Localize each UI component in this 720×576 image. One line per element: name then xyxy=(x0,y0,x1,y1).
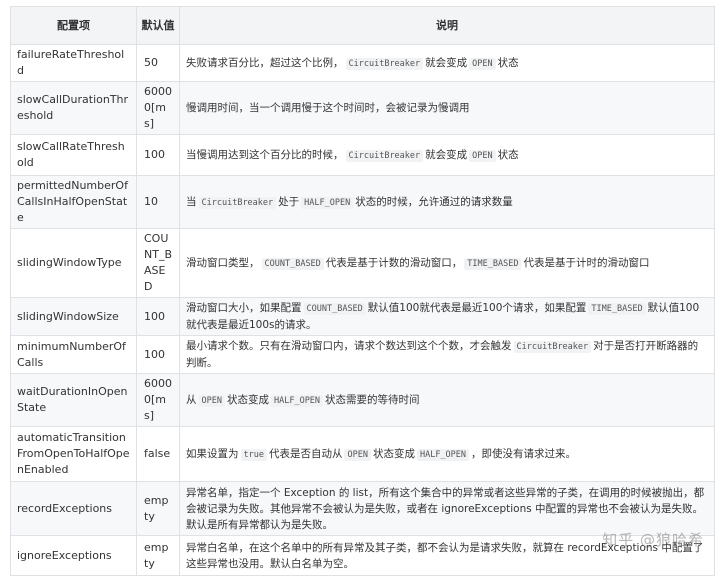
config-default: 60000[ms] xyxy=(137,82,180,135)
table-row: recordExceptionsempty异常名单，指定一个 Exception… xyxy=(11,482,715,536)
description-text: 状态需要的等待时间 xyxy=(325,394,420,406)
config-default: COUNT_BASED xyxy=(137,229,180,298)
config-description: 失败请求百分比，超过这个比例，CircuitBreaker就会变成OPEN状态 xyxy=(180,45,715,82)
config-name: minimumNumberOfCalls xyxy=(11,336,137,374)
header-desc: 说明 xyxy=(180,7,715,45)
config-default: 100 xyxy=(137,298,180,336)
inline-code: TIME_BASED xyxy=(588,303,645,315)
config-name: waitDurationInOpenState xyxy=(11,374,137,427)
description-text: 从 xyxy=(186,394,197,406)
inline-code: TIME_BASED xyxy=(464,258,521,270)
inline-code: HALF_OPEN xyxy=(271,395,323,407)
description-text: 慢调用时间，当一个调用慢于这个时间时，会被记录为慢调用 xyxy=(186,102,470,114)
table-row: waitDurationInOpenState60000[ms]从OPEN状态变… xyxy=(11,374,715,427)
inline-code: OPEN xyxy=(199,395,225,407)
inline-code: CircuitBreaker xyxy=(346,58,424,70)
config-default: false xyxy=(137,427,180,482)
description-text: ，即使没有请求过来。 xyxy=(471,448,576,460)
table-row: failureRateThreshold50失败请求百分比，超过这个比例，Cir… xyxy=(11,45,715,82)
description-text: 就会变成 xyxy=(425,57,467,69)
description-text: 当慢调用达到这个百分比的时候， xyxy=(186,149,344,161)
config-table: 配置项 默认值 说明 failureRateThreshold50失败请求百分比… xyxy=(10,6,715,576)
table-row: permittedNumberOfCallsInHalfOpenState10当… xyxy=(11,176,715,229)
description-text: 如果设置为 xyxy=(186,448,239,460)
table-row: slidingWindowSize100滑动窗口大小，如果配置COUNT_BAS… xyxy=(11,298,715,336)
description-text: 失败请求百分比，超过这个比例， xyxy=(186,57,344,69)
config-default: 60000[ms] xyxy=(137,374,180,427)
description-text: 状态的时候，允许通过的请求数量 xyxy=(355,196,513,208)
description-text: 代表是基于计数的滑动窗口， xyxy=(326,257,463,269)
config-description: 从OPEN状态变成HALF_OPEN状态需要的等待时间 xyxy=(180,374,715,427)
inline-code: HALF_OPEN xyxy=(301,197,353,209)
config-default: empty xyxy=(137,482,180,536)
inline-code: OPEN xyxy=(469,58,495,70)
config-description: 最小请求个数。只有在滑动窗口内，请求个数达到这个个数，才会触发CircuitBr… xyxy=(180,336,715,374)
config-default: 50 xyxy=(137,45,180,82)
description-text: 异常名单，指定一个 Exception 的 list，所有这个集合中的异常或者这… xyxy=(186,487,704,531)
config-name: slowCallRateThreshold xyxy=(11,135,137,176)
config-name: slowCallDurationThreshold xyxy=(11,82,137,135)
inline-code: COUNT_BASED xyxy=(262,258,324,270)
watermark: 知乎 @狼哈希 xyxy=(602,529,704,550)
description-text: 状态变成 xyxy=(227,394,269,406)
description-text: 默认值100就代表是最近100个请求，如果配置 xyxy=(368,302,587,314)
inline-code: true xyxy=(241,449,267,461)
config-description: 如果设置为true代表是否自动从OPEN状态变成HALF_OPEN，即使没有请求… xyxy=(180,427,715,482)
description-text: 状态 xyxy=(498,57,519,69)
config-description: 滑动窗口类型，COUNT_BASED代表是基于计数的滑动窗口，TIME_BASE… xyxy=(180,229,715,298)
config-description: 当CircuitBreaker处于HALF_OPEN状态的时候，允许通过的请求数… xyxy=(180,176,715,229)
config-default: 10 xyxy=(137,176,180,229)
config-default: 100 xyxy=(137,336,180,374)
description-text: 处于 xyxy=(278,196,299,208)
config-name: slidingWindowSize xyxy=(11,298,137,336)
table-row: slowCallDurationThreshold60000[ms] 慢调用时间，… xyxy=(11,82,715,135)
config-name: slidingWindowType xyxy=(11,229,137,298)
config-name: failureRateThreshold xyxy=(11,45,137,82)
description-text: 最小请求个数。只有在滑动窗口内，请求个数达到这个个数，才会触发 xyxy=(186,340,512,352)
inline-code: OPEN xyxy=(344,449,370,461)
inline-code: CircuitBreaker xyxy=(514,341,592,353)
header-name: 配置项 xyxy=(11,7,137,45)
description-text: 当 xyxy=(186,196,197,208)
inline-code: COUNT_BASED xyxy=(304,303,366,315)
description-text: 状态 xyxy=(498,149,519,161)
config-description: 异常名单，指定一个 Exception 的 list，所有这个集合中的异常或者这… xyxy=(180,482,715,536)
description-text: 就会变成 xyxy=(425,149,467,161)
description-text: 滑动窗口类型， xyxy=(186,257,260,269)
table-header-row: 配置项 默认值 说明 xyxy=(11,7,715,45)
config-default: 100 xyxy=(137,135,180,176)
table-row: minimumNumberOfCalls100最小请求个数。只有在滑动窗口内，请… xyxy=(11,336,715,374)
table-row: automaticTransitionFromOpenToHalfOpenEna… xyxy=(11,427,715,482)
description-text: 滑动窗口大小，如果配置 xyxy=(186,302,302,314)
config-default: empty xyxy=(137,536,180,576)
config-description: 慢调用时间，当一个调用慢于这个时间时，会被记录为慢调用 xyxy=(180,82,715,135)
config-name: recordExceptions xyxy=(11,482,137,536)
description-text: 代表是基于计时的滑动窗口 xyxy=(523,257,649,269)
table-row: slidingWindowTypeCOUNT_BASED滑动窗口类型，COUNT… xyxy=(11,229,715,298)
table-row: slowCallRateThreshold100当慢调用达到这个百分比的时候，C… xyxy=(11,135,715,176)
description-text: 状态变成 xyxy=(373,448,415,460)
config-description: 滑动窗口大小，如果配置COUNT_BASED默认值100就代表是最近100个请求… xyxy=(180,298,715,336)
config-name: automaticTransitionFromOpenToHalfOpenEna… xyxy=(11,427,137,482)
header-default: 默认值 xyxy=(137,7,180,45)
inline-code: HALF_OPEN xyxy=(417,449,469,461)
config-name: ignoreExceptions xyxy=(11,536,137,576)
config-description: 当慢调用达到这个百分比的时候，CircuitBreaker就会变成OPEN状态 xyxy=(180,135,715,176)
config-name: permittedNumberOfCallsInHalfOpenState xyxy=(11,176,137,229)
inline-code: CircuitBreaker xyxy=(346,150,424,162)
inline-code: OPEN xyxy=(469,150,495,162)
inline-code: CircuitBreaker xyxy=(199,197,277,209)
description-text: 代表是否自动从 xyxy=(269,448,343,460)
